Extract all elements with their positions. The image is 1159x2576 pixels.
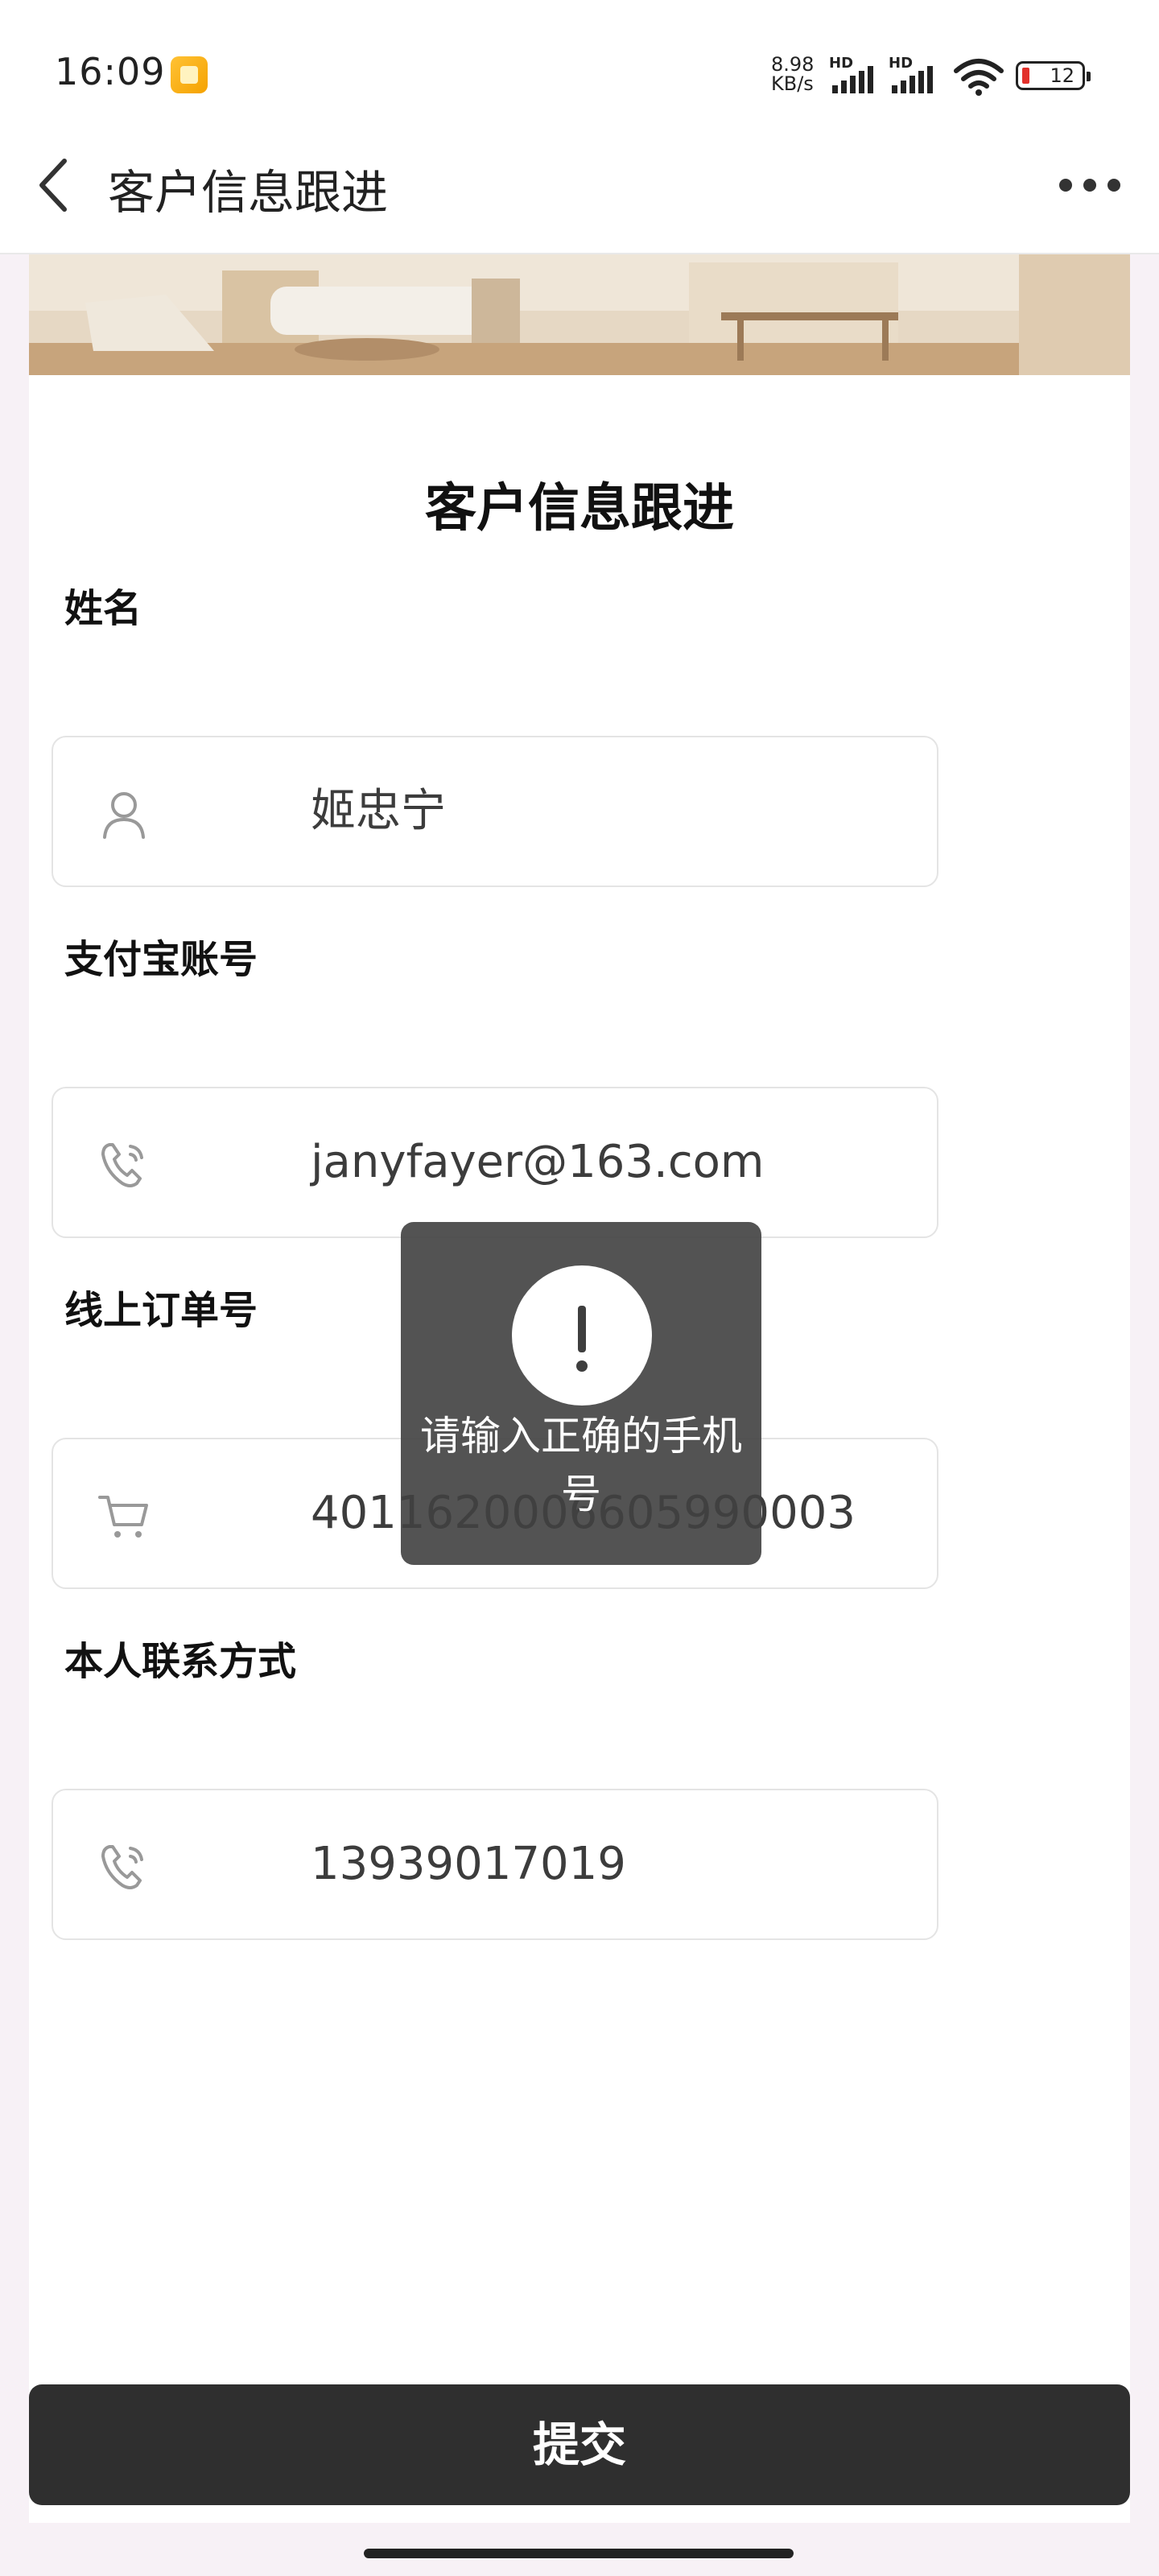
name-field[interactable]: 姬忠宁 xyxy=(52,736,938,887)
top-bar: 16:09 8.98 KB/s HD HD 12 客户信息跟进 xyxy=(0,0,1159,254)
more-options-button[interactable] xyxy=(1059,169,1120,201)
name-label: 姓名 xyxy=(64,586,142,631)
home-indicator[interactable] xyxy=(364,2549,794,2558)
more-dot-icon xyxy=(1059,179,1072,192)
phone-icon xyxy=(101,1143,143,1187)
phone-icon xyxy=(101,1845,143,1889)
more-dot-icon xyxy=(1083,179,1096,192)
network-speed-value: 8.98 xyxy=(771,53,815,76)
battery-level: 12 xyxy=(1050,64,1074,87)
contact-value[interactable]: 13939017019 xyxy=(311,1790,626,1938)
alipay-account-label: 支付宝账号 xyxy=(64,937,258,982)
banner-image xyxy=(29,254,1130,375)
alipay-account-field[interactable]: janyfayer@163.com xyxy=(52,1087,938,1238)
battery-icon: 12 xyxy=(1016,61,1091,90)
signal-hd-label-2: HD xyxy=(889,56,913,72)
error-toast: 请输入正确的手机号 xyxy=(401,1222,761,1565)
person-icon xyxy=(103,792,145,839)
contact-label: 本人联系方式 xyxy=(64,1639,297,1684)
signal-hd-label: HD xyxy=(829,56,853,72)
network-speed-unit: KB/s xyxy=(771,72,814,95)
cart-icon xyxy=(98,1496,148,1538)
back-button[interactable] xyxy=(32,153,80,217)
network-speed: 8.98 KB/s xyxy=(771,55,827,93)
alipay-account-value[interactable]: janyfayer@163.com xyxy=(311,1088,764,1236)
more-dot-icon xyxy=(1107,179,1120,192)
exclamation-icon xyxy=(512,1265,652,1406)
name-value[interactable]: 姬忠宁 xyxy=(311,737,446,886)
form-title: 客户信息跟进 xyxy=(425,479,734,539)
page-title: 客户信息跟进 xyxy=(108,165,389,220)
toast-message: 请输入正确的手机号 xyxy=(420,1413,742,1517)
contact-field[interactable]: 13939017019 xyxy=(52,1789,938,1940)
signal-icon: HD xyxy=(829,56,873,93)
submit-button[interactable]: 提交 xyxy=(29,2384,1130,2505)
signal-icon-2: HD xyxy=(889,56,933,93)
chevron-left-icon xyxy=(39,159,67,212)
order-number-label: 线上订单号 xyxy=(64,1288,258,1333)
notification-app-icon xyxy=(171,56,208,93)
wifi-icon xyxy=(954,59,1004,96)
status-time: 16:09 xyxy=(55,50,166,93)
